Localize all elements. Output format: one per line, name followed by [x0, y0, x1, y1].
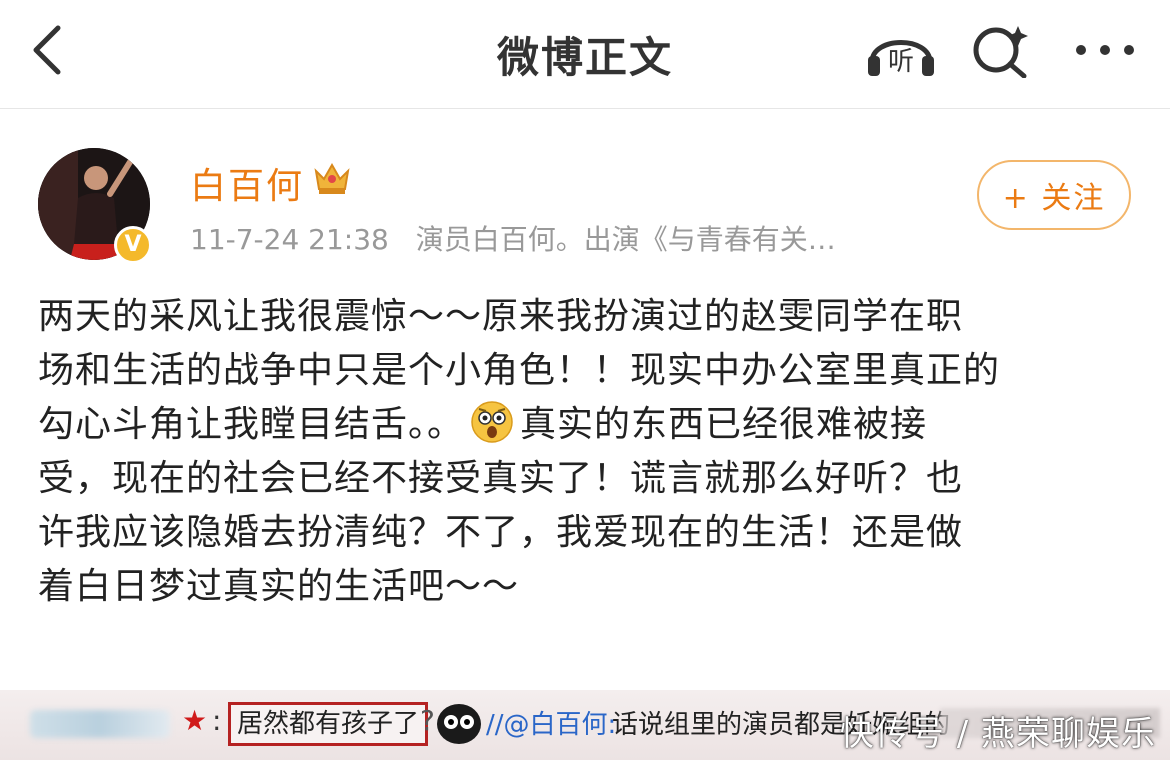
post-text-line: 两天的采风让我很震惊～～原来我扮演过的赵雯同学在职 [38, 296, 964, 337]
highlighted-comment: 居然都有孩子了 [228, 702, 429, 746]
author-name[interactable]: 白百何 [190, 157, 304, 209]
search-sparkle-icon[interactable] [970, 22, 1032, 78]
reply-mention: //@白百何: [486, 710, 617, 740]
post-meta: 11-7-24 21:38 演员白百何。出演《与青春有关… [190, 218, 836, 258]
listen-label: 听 [888, 47, 914, 77]
crown-icon [314, 162, 350, 194]
post-text-line: 场和生活的战争中只是个小角色！！现实中办公室里真正的 [38, 350, 1001, 391]
verified-v-icon: V [114, 226, 152, 264]
post-text-segment: 勾心斗角让我瞠目结舌。。 [38, 404, 465, 445]
post-timestamp: 11-7-24 21:38 [190, 223, 389, 256]
post-body: 两天的采风让我很震惊～～原来我扮演过的赵雯同学在职 场和生活的战争中只是个小角色… [38, 290, 1138, 614]
blurred-username [30, 710, 170, 738]
comment-question-mark: ? [420, 704, 435, 737]
watermark: 快传号 / 燕荣聊娱乐 [839, 714, 1156, 754]
post-text-line: 许我应该隐婚去扮清纯？不了，我爱现在的生活！还是做 [38, 512, 964, 553]
more-dots-icon[interactable] [1072, 22, 1138, 78]
comment-colon: : [212, 704, 222, 737]
post-text-line-with-emoji: 勾心斗角让我瞠目结舌。。 真实的东西已经很难被接 [38, 398, 1138, 452]
author-bio: 演员白百何。出演《与青春有关… [415, 223, 836, 256]
soot-sprite-emoji [437, 704, 481, 744]
post-text-line: 着白日梦过真实的生活吧～～ [38, 566, 520, 607]
top-nav-bar: 微博正文 听 [0, 0, 1170, 109]
follow-button[interactable]: + 关注 [977, 160, 1131, 230]
star-icon: ★ [182, 704, 208, 737]
headphones-listen-icon[interactable]: 听 [864, 22, 938, 78]
post-text-segment: 真实的东西已经很难被接 [520, 404, 928, 445]
shocked-face-emoji [471, 401, 513, 443]
post-text-line: 受，现在的社会已经不接受真实了！谎言就那么好听？也 [38, 458, 964, 499]
